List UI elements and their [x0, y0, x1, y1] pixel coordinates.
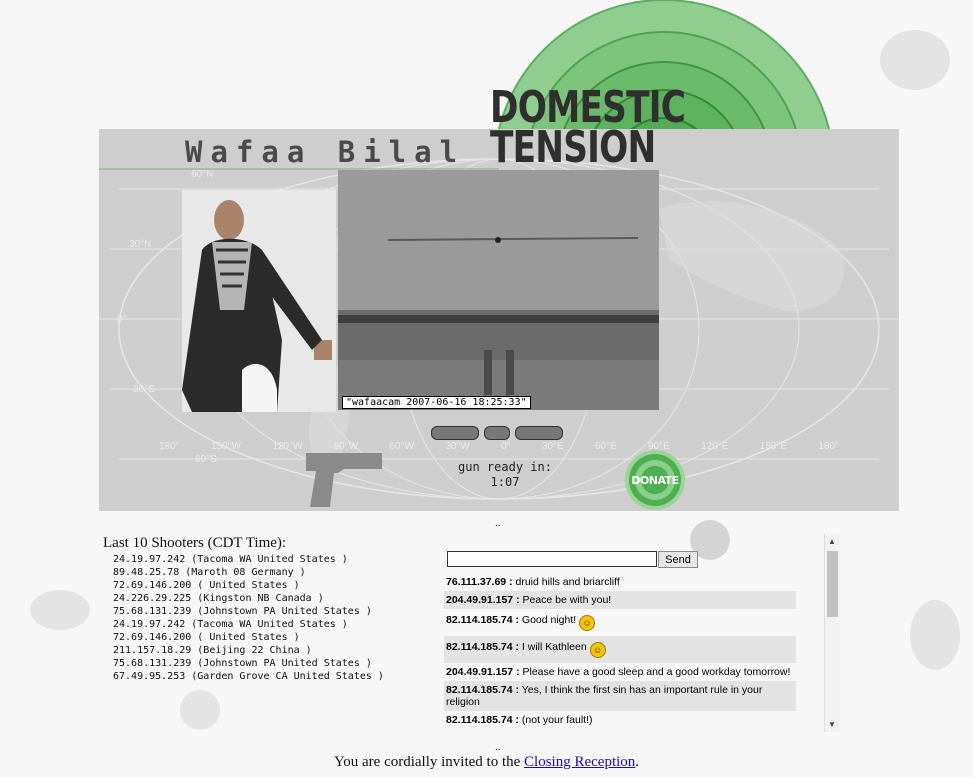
closing-reception-link[interactable]: Closing Reception: [524, 754, 635, 770]
footer-text: You are cordially invited to the: [333, 754, 525, 770]
longitude-label: 60°W: [389, 441, 415, 452]
shooter-entry: 72.69.146.200 ( United States ): [113, 632, 300, 643]
chat-message-ip: 82.114.185.74 :: [446, 614, 519, 626]
chat-messages: 76.111.37.69 : druid hills and briarclif…: [444, 573, 796, 729]
artist-figure: [182, 190, 336, 412]
chat-message: 82.114.185.74 : Yes, I think the first s…: [444, 681, 796, 711]
webcam-timestamp: "wafaacam 2007-06-16 18:25:33": [342, 396, 531, 409]
donate-button[interactable]: DONATE: [625, 450, 685, 510]
chat-message: 82.114.185.74 : Good night! ☺: [444, 609, 796, 636]
latitude-label: 0°: [117, 314, 127, 325]
chat-message-text: (not your fault!): [518, 714, 593, 726]
latitude-label: 60°N: [191, 169, 214, 180]
chat-message-text: Peace be with you!: [519, 594, 612, 606]
webcam-image: [338, 170, 659, 410]
longitude-label: 30°W: [445, 441, 470, 452]
shooters-title: Last 10 Shooters (CDT Time):: [103, 535, 287, 551]
cam-control-right-button[interactable]: [515, 426, 563, 440]
shooter-entry: 24.226.29.225 (Kingston NB Canada ): [113, 593, 324, 604]
send-button[interactable]: Send: [658, 551, 698, 568]
shooter-entry: 24.19.97.242 (Tacoma WA United States ): [113, 554, 348, 565]
shooter-entry: 75.68.131.239 (Johnstown PA United State…: [113, 658, 372, 669]
chat-message-text: Please have a good sleep and a good work…: [519, 666, 791, 678]
latitude-label: 60°S: [195, 454, 217, 465]
gun-ready-label: gun ready in:: [458, 460, 552, 474]
scroll-down-arrow-icon[interactable]: ▼: [828, 720, 836, 729]
footer-text-end: .: [635, 754, 640, 770]
smiley-icon: ☺: [579, 615, 596, 631]
shooter-entry: 75.68.131.239 (Johnstown PA United State…: [113, 606, 372, 617]
artist-name: Wafaa Bilal: [185, 135, 466, 169]
chat-message-ip: 76.111.37.69 :: [446, 576, 513, 588]
longitude-label: 60°E: [594, 441, 617, 452]
gun-status: gun ready in: 1:07: [440, 460, 570, 490]
pistol-icon: [306, 453, 382, 507]
longitude-label: 0°: [501, 441, 511, 452]
chat-message-text: Good night!: [518, 614, 580, 626]
chat-top-dots: ..: [495, 518, 501, 529]
chat-message: 82.114.185.74 : (not your fault!): [444, 711, 796, 729]
webcam-feed: [338, 170, 659, 410]
cam-control-left-button[interactable]: [431, 426, 479, 440]
background-splatter: [30, 590, 90, 630]
shooter-entry: 67.49.95.253 (Garden Grove CA United Sta…: [113, 671, 384, 682]
longitude-label: 120°E: [701, 441, 729, 452]
artist-photo: [182, 190, 336, 412]
chat-message-text: druid hills and briarcliff: [512, 576, 620, 588]
chat-bottom-dots: ..: [495, 742, 501, 753]
latitude-label: 30°N: [129, 239, 152, 250]
chat-message-text: I will Kathleen: [518, 641, 590, 653]
shooter-list: 24.19.97.242 (Tacoma WA United States ) …: [113, 553, 384, 683]
chat-scrollbar[interactable]: ▲ ▼: [824, 534, 840, 732]
chat-message: 204.49.91.157 : Peace be with you!: [444, 591, 796, 609]
longitude-label: 180°: [159, 441, 180, 452]
project-title-line2: TENSION: [490, 122, 656, 173]
chat-message-ip: 204.49.91.157 :: [446, 666, 520, 678]
chat-input[interactable]: [447, 551, 657, 567]
chat-message-ip: 82.114.185.74 :: [446, 684, 519, 696]
shooter-entry: 72.69.146.200 ( United States ): [113, 580, 300, 591]
scroll-thumb[interactable]: [827, 551, 838, 617]
footer-invitation: You are cordially invited to the Closing…: [0, 754, 973, 771]
chat-message-ip: 82.114.185.74 :: [446, 641, 519, 653]
chat-message: 76.111.37.69 : druid hills and briarclif…: [444, 573, 796, 591]
scroll-up-arrow-icon[interactable]: ▲: [828, 537, 836, 546]
chat-message: 204.49.91.157 : Please have a good sleep…: [444, 663, 796, 681]
smiley-icon: ☺: [589, 642, 606, 658]
gun-countdown: 1:07: [490, 475, 520, 489]
background-splatter: [910, 600, 960, 670]
shooter-entry: 24.19.97.242 (Tacoma WA United States ): [113, 619, 348, 630]
longitude-label: 180°: [818, 441, 839, 452]
background-splatter: [180, 690, 220, 730]
latitude-label: 30°S: [133, 384, 155, 395]
shooter-entry: 211.157.18.29 (Beijing 22 China ): [113, 645, 312, 656]
cam-control-fire-button[interactable]: [484, 426, 510, 440]
longitude-label: 30°E: [541, 441, 564, 452]
project-title: DOMESTIC TENSION: [490, 86, 686, 173]
shooter-entry: 89.48.25.78 (Maroth 08 Germany ): [113, 567, 306, 578]
chat-message-ip: 82.114.185.74 :: [446, 714, 519, 726]
longitude-label: 150°E: [759, 441, 788, 452]
chat-message-ip: 204.49.91.157 :: [446, 594, 520, 606]
chat-message: 82.114.185.74 : I will Kathleen ☺: [444, 636, 796, 663]
longitude-label: 150°W: [210, 441, 242, 452]
longitude-label: 120°W: [272, 441, 303, 452]
longitude-label-row: 180° 150°W 120°W 90°W 60°W 30°W 0° 30°E …: [159, 441, 839, 452]
shooters-panel: Last 10 Shooters (CDT Time): 24.19.97.24…: [103, 535, 384, 683]
